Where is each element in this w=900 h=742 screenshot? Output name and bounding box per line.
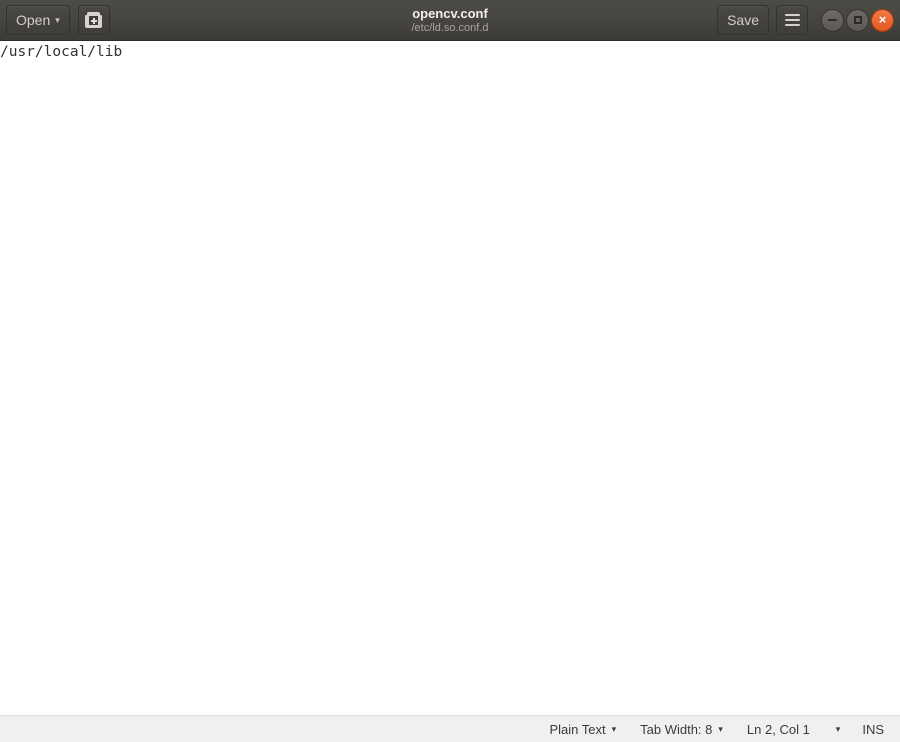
editor-line-1[interactable]: /usr/local/lib	[0, 41, 900, 63]
maximize-button[interactable]	[846, 8, 869, 32]
gedit-window: Open ▾ opencv.conf /etc/ld.so.conf.d Sav…	[0, 0, 900, 742]
header-bar: Open ▾ opencv.conf /etc/ld.so.conf.d Sav…	[0, 0, 900, 41]
menu-button[interactable]	[776, 5, 808, 35]
tab-width-label: Tab Width: 8	[640, 721, 713, 737]
save-button[interactable]: Save	[717, 5, 769, 35]
text-editor-area[interactable]: /usr/local/lib	[0, 41, 900, 715]
save-as-icon	[85, 12, 103, 28]
chevron-down-icon: ▾	[718, 723, 723, 734]
insert-mode-label: INS	[862, 721, 884, 737]
maximize-icon	[853, 16, 862, 24]
save-as-button[interactable]	[77, 5, 110, 35]
open-button-label: Open	[16, 12, 51, 28]
close-button[interactable]: ×	[871, 8, 894, 32]
cursor-position-text: Ln 2, Col 1	[746, 721, 810, 737]
page-subtitle-path: /etc/ld.so.conf.d	[411, 21, 489, 34]
chevron-down-icon: ▾	[611, 723, 617, 734]
chevron-down-icon: ▾	[55, 14, 60, 25]
status-bar: Plain Text ▾ Tab Width: 8 ▾ Ln 2, Col 1 …	[0, 715, 900, 742]
chevron-down-icon: ▾	[835, 723, 841, 734]
tab-width-selector[interactable]: Tab Width: 8 ▾	[628, 722, 735, 737]
insert-mode-indicator[interactable]: INS	[854, 722, 884, 737]
go-to-line-button[interactable]: ▾	[814, 723, 855, 734]
save-button-label: Save	[727, 12, 759, 28]
minimize-button[interactable]	[821, 8, 844, 32]
close-icon: ×	[878, 12, 887, 27]
header-left-controls: Open ▾	[6, 5, 110, 35]
minimize-icon	[828, 19, 837, 21]
hamburger-menu-icon	[784, 14, 800, 26]
language-selector[interactable]: Plain Text ▾	[537, 722, 628, 737]
open-button[interactable]: Open ▾	[6, 5, 70, 35]
page-title: opencv.conf	[412, 5, 488, 21]
cursor-position-label: Ln 2, Col 1	[735, 722, 814, 737]
window-controls: ×	[821, 8, 894, 32]
language-label: Plain Text	[549, 721, 606, 737]
header-right-controls: Save ×	[717, 5, 894, 35]
